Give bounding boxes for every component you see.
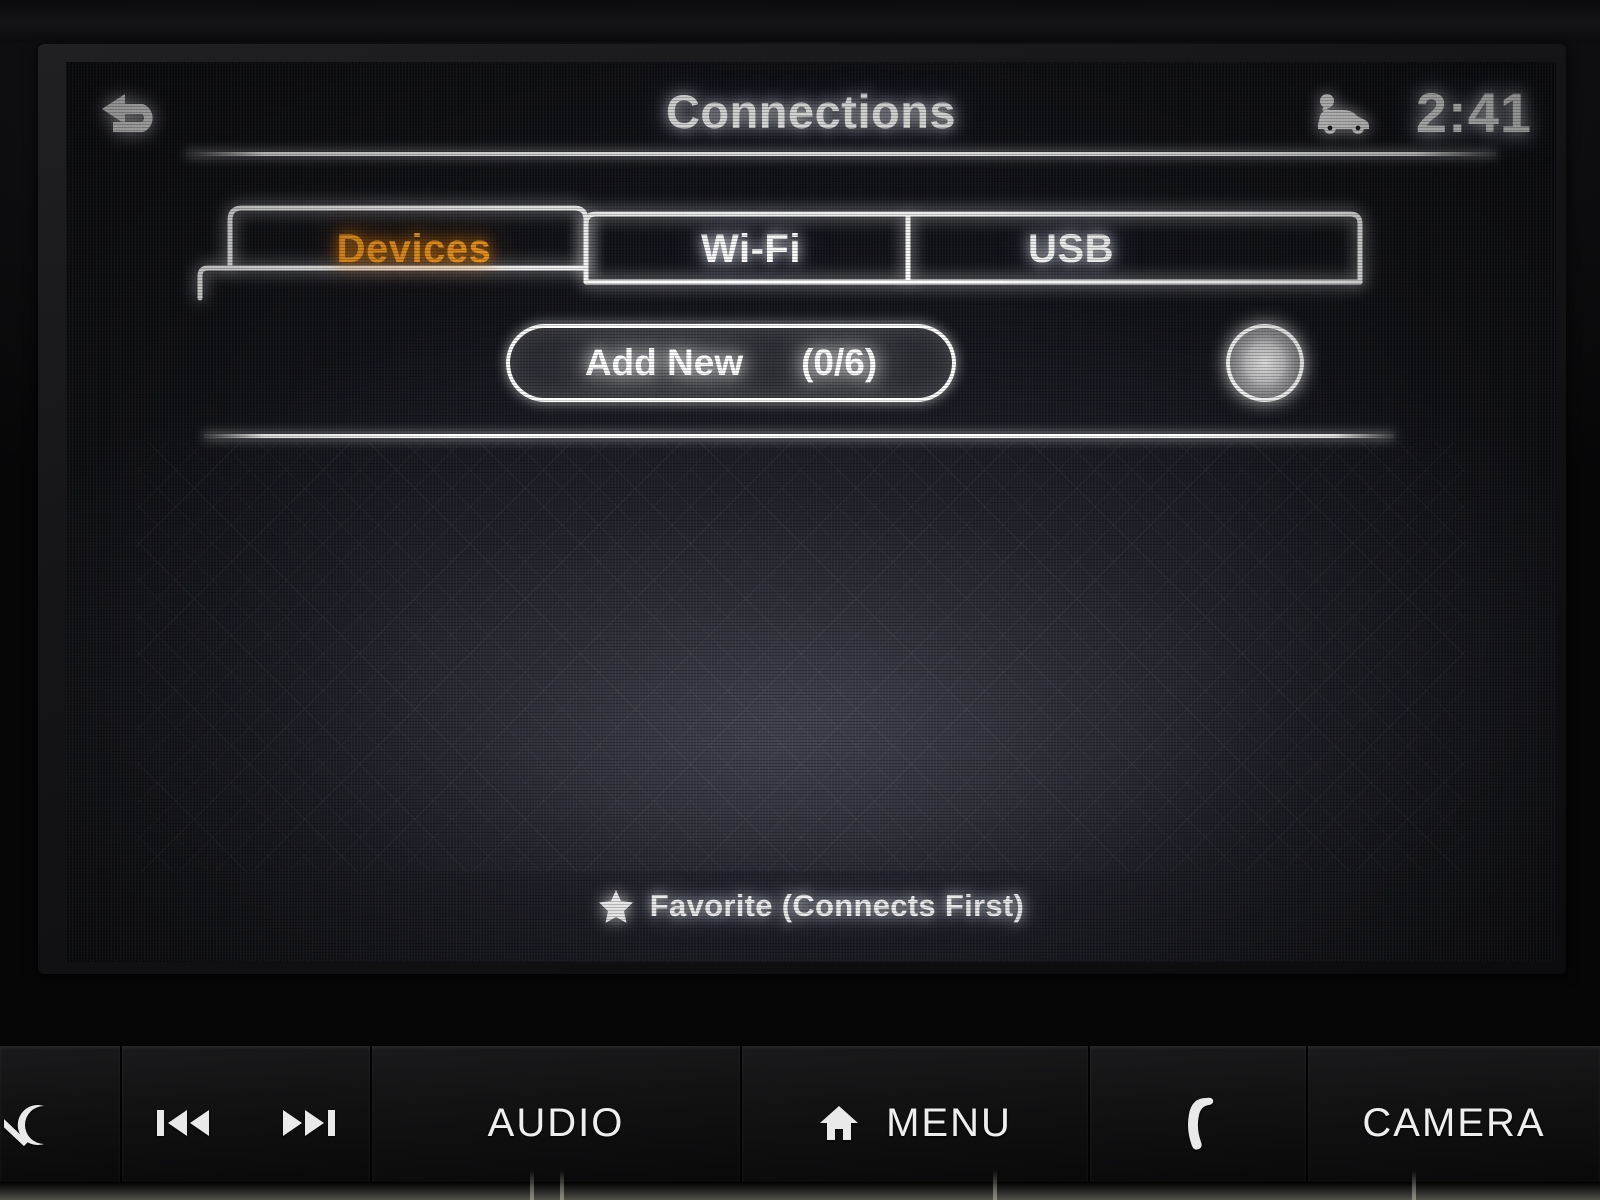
status-bar: Connections 2:41 — [66, 62, 1556, 150]
next-track-icon — [283, 1110, 335, 1136]
add-new-count: (0/6) — [801, 342, 878, 383]
panel-seam — [560, 1170, 564, 1200]
status-divider — [186, 152, 1496, 156]
tab-usb[interactable]: USB — [936, 222, 1206, 276]
hardware-button-row: AUDIO MENU CAMERA — [0, 1046, 1600, 1200]
panel-seam — [530, 1170, 534, 1200]
power-volume-knob-icon — [4, 1105, 44, 1147]
audio-button[interactable]: AUDIO — [372, 1046, 742, 1200]
camera-button[interactable]: CAMERA — [1308, 1046, 1600, 1200]
menu-button[interactable]: MENU — [742, 1046, 1090, 1200]
panel-seam — [1412, 1170, 1416, 1200]
infotainment-screen: Connections 2:41 Devices Wi-Fi USB Add N… — [66, 62, 1556, 962]
power-volume-knob[interactable] — [0, 1046, 122, 1200]
clock: 2:41 — [1415, 81, 1532, 144]
phone-button[interactable] — [1090, 1046, 1308, 1200]
action-row: Add New (0/6) — [196, 320, 1406, 416]
tab-devices[interactable]: Devices — [284, 222, 544, 276]
menu-button-label: MENU — [886, 1100, 1012, 1145]
tab-bar: Devices Wi-Fi USB — [196, 194, 1396, 304]
track-skip-buttons[interactable] — [122, 1046, 372, 1200]
button-row-underglow — [0, 1182, 1600, 1200]
star-icon — [598, 890, 633, 923]
favorite-legend-text: Favorite (Connects First) — [649, 888, 1025, 923]
tab-wifi[interactable]: Wi-Fi — [616, 222, 886, 276]
home-icon — [820, 1106, 859, 1140]
list-divider — [204, 434, 1394, 438]
car-status-icon — [1317, 93, 1369, 134]
footer-legend: Favorite (Connects First) — [66, 888, 1556, 924]
status-indicators: 2:41 — [1310, 80, 1532, 145]
screen-backlight-bloom — [136, 442, 1466, 872]
phone-handset-icon — [1188, 1097, 1214, 1150]
panel-seam — [993, 1170, 997, 1200]
add-new-label: Add New — [584, 342, 744, 383]
camera-button-label: CAMERA — [1362, 1100, 1546, 1145]
add-new-button[interactable]: Add New (0/6) — [506, 324, 956, 402]
head-unit-dashboard: Connections 2:41 Devices Wi-Fi USB Add N… — [0, 0, 1600, 1200]
previous-track-icon — [157, 1110, 209, 1136]
device-list[interactable] — [136, 442, 1466, 872]
dash-top-trim — [0, 0, 1600, 42]
info-button[interactable] — [1226, 324, 1304, 402]
audio-button-label: AUDIO — [487, 1100, 625, 1145]
